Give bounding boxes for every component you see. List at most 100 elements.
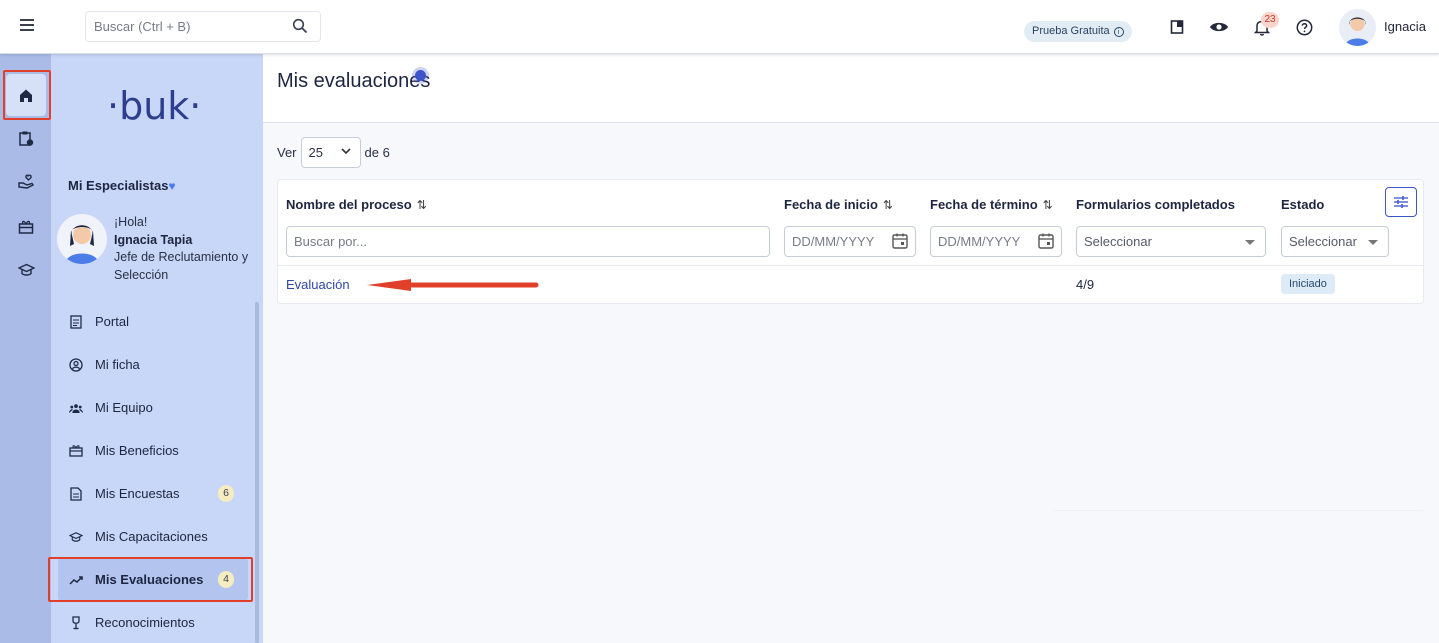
trending-up-icon xyxy=(69,573,83,587)
column-header-end[interactable]: Fecha de término ⇅ xyxy=(930,197,1053,212)
buk-logo[interactable]: ·buk· xyxy=(107,84,201,128)
column-label: Formularios completados xyxy=(1076,197,1235,212)
column-label: Nombre del proceso xyxy=(286,197,412,212)
search-icon[interactable] xyxy=(292,18,308,34)
calendar-icon[interactable] xyxy=(1037,232,1055,250)
rail-gift[interactable] xyxy=(10,210,42,242)
sort-icon[interactable]: ⇅ xyxy=(417,198,427,212)
page-size-select[interactable]: 25 xyxy=(300,137,361,168)
hand-heart-icon xyxy=(17,174,34,189)
page-header: Mis evaluaciones xyxy=(263,54,1439,123)
trial-label: Prueba Gratuita xyxy=(1032,25,1110,37)
rail-hand-heart[interactable] xyxy=(10,166,42,198)
bookmark-icon[interactable] xyxy=(1166,16,1188,38)
profile-name: Ignacia Tapia xyxy=(114,232,193,247)
count-badge: 6 xyxy=(218,485,234,502)
column-header-status: Estado xyxy=(1281,197,1324,212)
help-icon[interactable] xyxy=(1293,16,1315,38)
profile-info: ¡Hola! Ignacia Tapia Jefe de Reclutamien… xyxy=(114,214,260,284)
sidebar: ·buk· Mi Especialistas♥ ¡Hola! Ignacia T… xyxy=(51,54,263,643)
sidebar-item-portal[interactable]: Portal xyxy=(58,300,248,343)
column-settings-button[interactable] xyxy=(1385,187,1417,217)
notifications-count-badge: 23 xyxy=(1261,12,1279,28)
caret-down-icon xyxy=(1245,240,1255,245)
global-search[interactable] xyxy=(85,11,321,42)
page-size-value: 25 xyxy=(308,145,323,160)
trial-badge[interactable]: Prueba Gratuita i xyxy=(1024,21,1132,42)
sidebar-item-mis-beneficios[interactable]: Mis Beneficios xyxy=(58,429,248,472)
home-icon xyxy=(20,89,32,102)
eye-icon[interactable] xyxy=(1208,16,1230,38)
rail-graduation[interactable] xyxy=(10,254,42,286)
sidebar-item-label: Mis Capacitaciones xyxy=(95,529,208,544)
sort-icon[interactable]: ⇅ xyxy=(1043,198,1053,212)
group-title-text: Mi Especialistas xyxy=(68,178,169,193)
status-badge: Iniciado xyxy=(1281,274,1335,294)
pager-suffix: de 6 xyxy=(364,145,390,160)
document-icon xyxy=(69,314,83,329)
sort-icon[interactable]: ⇅ xyxy=(883,198,893,212)
sidebar-item-mi-ficha[interactable]: Mi ficha xyxy=(58,343,248,386)
top-user-name[interactable]: Ignacia xyxy=(1384,19,1426,34)
chevron-down-icon xyxy=(340,148,351,155)
hamburger-menu-icon[interactable] xyxy=(15,16,39,38)
notification-dot xyxy=(415,70,426,81)
gift-icon xyxy=(18,220,34,234)
caret-down-icon xyxy=(1368,240,1378,245)
column-label: Fecha de inicio xyxy=(784,197,878,212)
sidebar-item-reconocimientos[interactable]: Reconocimientos xyxy=(58,601,248,643)
calendar-icon[interactable] xyxy=(891,232,909,250)
evaluation-link[interactable]: Evaluación xyxy=(286,277,350,292)
forms-filter-select[interactable]: Seleccionar xyxy=(1076,226,1266,257)
row-divider xyxy=(278,265,1423,266)
graduation-cap-icon xyxy=(69,530,83,544)
sidebar-item-mis-encuestas[interactable]: Mis Encuestas 6 xyxy=(58,472,248,515)
team-icon xyxy=(69,401,83,415)
rail-clipboard[interactable] xyxy=(10,122,42,154)
profile-avatar[interactable] xyxy=(57,214,107,264)
divider xyxy=(1053,510,1423,511)
status-filter-select[interactable]: Seleccionar xyxy=(1281,226,1389,257)
sliders-icon xyxy=(1394,196,1408,208)
column-label: Estado xyxy=(1281,197,1325,212)
sidebar-item-mi-equipo[interactable]: Mi Equipo xyxy=(58,386,248,429)
sidebar-scrollbar[interactable] xyxy=(255,302,259,643)
forms-completed-value: 4/9 xyxy=(1076,277,1095,292)
global-search-input[interactable] xyxy=(86,12,276,41)
sidebar-menu: Portal Mi ficha Mi Equipo Mis Beneficios… xyxy=(58,300,248,643)
user-avatar[interactable] xyxy=(1339,9,1376,46)
sidebar-item-label: Mi Equipo xyxy=(95,400,153,415)
column-label: Fecha de término xyxy=(930,197,1038,212)
sidebar-item-mis-evaluaciones[interactable]: Mis Evaluaciones 4 xyxy=(58,558,248,601)
sidebar-group-title: Mi Especialistas♥ xyxy=(68,178,176,193)
select-value: Seleccionar xyxy=(1084,234,1152,249)
name-filter-input[interactable] xyxy=(286,226,770,257)
heart-icon: ♥ xyxy=(168,179,176,193)
sidebar-item-label: Mi ficha xyxy=(95,357,140,372)
page-size-control: Ver 25 de 6 xyxy=(277,137,390,168)
top-bar: Prueba Gratuita i 23 Ignacia xyxy=(0,0,1439,54)
gift-icon xyxy=(69,444,83,458)
graduation-cap-icon xyxy=(17,263,35,276)
survey-icon xyxy=(69,486,83,501)
sidebar-item-label: Mis Evaluaciones xyxy=(95,572,204,587)
annotation-arrow-icon xyxy=(367,279,539,291)
pager-prefix: Ver xyxy=(277,145,297,160)
page-title: Mis evaluaciones xyxy=(277,70,431,92)
sidebar-item-mis-capacitaciones[interactable]: Mis Capacitaciones xyxy=(58,515,248,558)
trophy-icon xyxy=(69,615,83,630)
sidebar-item-label: Mis Beneficios xyxy=(95,443,179,458)
user-circle-icon xyxy=(69,357,83,372)
column-header-forms: Formularios completados xyxy=(1076,197,1235,212)
profile-role: Jefe de Reclutamiento y Selección xyxy=(114,250,249,282)
column-header-name[interactable]: Nombre del proceso ⇅ xyxy=(286,197,427,212)
rail-home[interactable] xyxy=(6,74,46,116)
sidebar-item-label: Reconocimientos xyxy=(95,615,195,630)
sidebar-item-label: Mis Encuestas xyxy=(95,486,180,501)
clipboard-clock-icon xyxy=(19,131,34,146)
select-value: Seleccionar xyxy=(1289,234,1357,249)
sidebar-item-label: Portal xyxy=(95,314,129,329)
icon-rail xyxy=(0,54,51,643)
column-header-start[interactable]: Fecha de inicio ⇅ xyxy=(784,197,893,212)
profile-greeting: ¡Hola! xyxy=(114,215,148,229)
